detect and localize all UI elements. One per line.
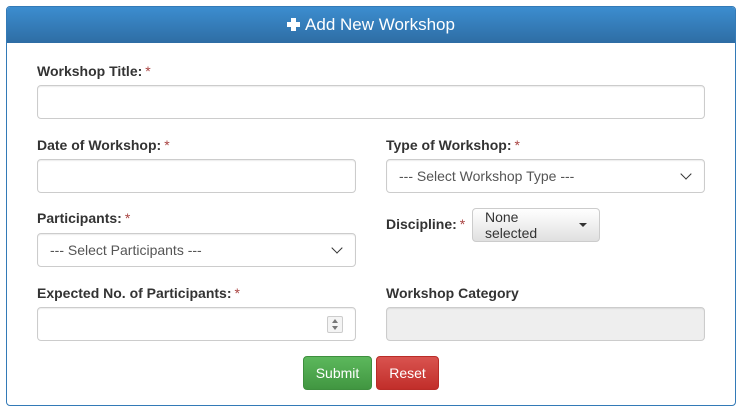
reset-button-label: Reset	[389, 365, 426, 381]
submit-button-label: Submit	[315, 365, 360, 381]
number-spinner[interactable]	[327, 316, 343, 333]
expected-participants-label: Expected No. of Participants: *	[37, 285, 240, 301]
submit-button[interactable]: Submit	[303, 356, 372, 390]
workshop-category-label: Workshop Category	[386, 285, 519, 301]
spin-down-icon	[332, 326, 338, 330]
type-of-workshop-label-text: Type of Workshop:	[386, 137, 512, 153]
required-marker: *	[145, 63, 151, 79]
required-marker: *	[514, 137, 520, 153]
discipline-label: Discipline: *	[386, 216, 465, 232]
expected-participants-input[interactable]	[37, 307, 356, 341]
plus-icon	[287, 17, 301, 31]
workshop-title-label-text: Workshop Title:	[37, 63, 143, 79]
chevron-down-icon	[680, 167, 692, 180]
discipline-selected: None selected	[485, 209, 538, 241]
discipline-dropdown-button[interactable]: None selected	[472, 208, 600, 242]
workshop-title-input[interactable]	[37, 85, 705, 119]
type-of-workshop-label: Type of Workshop: *	[386, 137, 520, 153]
chevron-down-icon	[331, 241, 343, 254]
participants-selected: --- Select Participants ---	[50, 242, 202, 258]
required-marker: *	[459, 216, 466, 232]
date-of-workshop-input[interactable]	[37, 159, 356, 193]
expected-participants-label-text: Expected No. of Participants:	[37, 285, 232, 301]
participants-label: Participants: *	[37, 210, 130, 226]
participants-label-text: Participants:	[37, 210, 122, 226]
date-of-workshop-label-text: Date of Workshop:	[37, 137, 162, 153]
reset-button[interactable]: Reset	[376, 356, 439, 390]
spin-up-icon	[332, 319, 338, 323]
date-of-workshop-label: Date of Workshop: *	[37, 137, 170, 153]
participants-select[interactable]: --- Select Participants ---	[37, 233, 356, 267]
caret-down-icon	[579, 223, 587, 227]
type-of-workshop-selected: --- Select Workshop Type ---	[399, 168, 575, 184]
required-marker: *	[234, 285, 240, 301]
required-marker: *	[164, 137, 170, 153]
workshop-title-label: Workshop Title: *	[37, 63, 151, 79]
panel-heading: Add New Workshop	[7, 7, 735, 43]
discipline-label-text: Discipline:	[386, 216, 457, 232]
type-of-workshop-select[interactable]: --- Select Workshop Type ---	[386, 159, 705, 193]
panel-title: Add New Workshop	[305, 15, 455, 34]
workshop-category-label-text: Workshop Category	[386, 285, 519, 301]
required-marker: *	[124, 210, 131, 226]
workshop-category-input	[386, 307, 705, 341]
